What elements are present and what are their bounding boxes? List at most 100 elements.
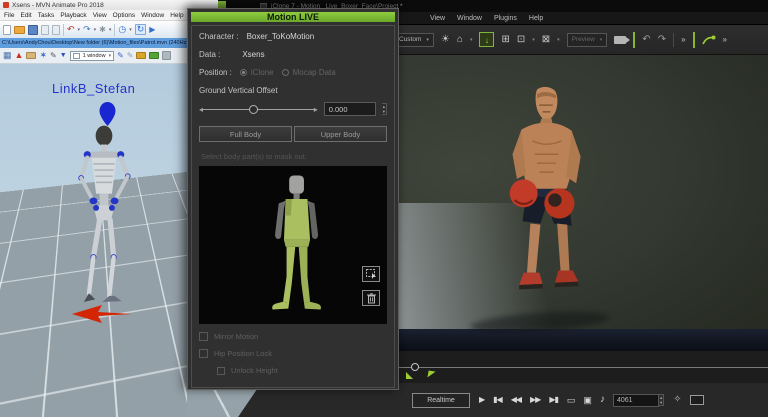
timer-dropdown-icon[interactable]: ▾: [129, 27, 132, 33]
home-dropdown-icon[interactable]: ▾: [470, 37, 473, 43]
edit-pen-icon[interactable]: ✎: [117, 52, 124, 60]
menu-window[interactable]: Window: [141, 12, 164, 19]
realtime-button[interactable]: Realtime: [412, 393, 470, 408]
edit-pen2-icon[interactable]: ✎: [127, 52, 134, 60]
layout-dropdown-icon[interactable]: ▾: [532, 37, 535, 43]
window-count-select[interactable]: 1 window ▾: [70, 51, 114, 61]
export-folder-icon[interactable]: [136, 52, 146, 59]
redo-dropdown-icon[interactable]: ▾: [94, 27, 97, 33]
render-mode-select[interactable]: Preview ▾: [567, 33, 608, 47]
menu-view[interactable]: View: [430, 15, 445, 22]
paste-icon[interactable]: [52, 25, 60, 35]
slider-handle[interactable]: [249, 105, 258, 114]
tools-icon[interactable]: ✱: [99, 26, 106, 34]
menu-options[interactable]: Options: [113, 12, 135, 19]
position-row: Position : iClone Mocap Data: [199, 68, 387, 77]
slider-track[interactable]: [203, 109, 314, 110]
delete-mask-button[interactable]: [362, 290, 380, 306]
more-tools-icon[interactable]: »: [681, 36, 685, 44]
mannequin-figure[interactable]: [257, 172, 337, 320]
actor-icon[interactable]: ✶: [39, 51, 47, 60]
home-view-icon[interactable]: ⌂: [457, 35, 463, 45]
fit-view-icon[interactable]: ↓: [479, 32, 494, 47]
undo-icon[interactable]: ↶: [642, 35, 650, 45]
timeline-marker2-icon[interactable]: [427, 370, 435, 378]
ground-offset-input[interactable]: [324, 102, 376, 116]
timer-icon[interactable]: ◷: [118, 25, 126, 34]
ground-offset-slider[interactable]: ◂ ▸: [199, 103, 318, 115]
actor-label: LinkB_Stefan: [52, 81, 135, 96]
select-region-button[interactable]: [362, 266, 380, 282]
more-plugins-icon[interactable]: »: [723, 36, 727, 44]
redo-icon[interactable]: ↷: [658, 35, 666, 45]
menu-edit[interactable]: Edit: [20, 12, 31, 19]
copy-icon[interactable]: [41, 25, 49, 35]
camera-preset-select[interactable]: Custom ▾: [394, 33, 434, 47]
camera-icon[interactable]: [614, 36, 626, 44]
loop-button[interactable]: ▭: [567, 396, 575, 405]
save-icon[interactable]: [28, 25, 38, 35]
undo-icon[interactable]: ↶: [67, 25, 75, 34]
new-file-icon[interactable]: [3, 25, 11, 35]
quad-view-icon[interactable]: ⊞: [501, 35, 509, 45]
settings-icon[interactable]: ✧: [673, 395, 680, 405]
timeline-marker-icon[interactable]: [406, 372, 413, 379]
timeline-playhead[interactable]: [411, 363, 419, 371]
render-mode-dropdown-icon: ▾: [600, 37, 603, 43]
frame-input[interactable]: [613, 394, 659, 407]
tools-dropdown-icon[interactable]: ▾: [109, 27, 112, 33]
xsens-3d-viewport[interactable]: LinkB_Stefan: [0, 64, 218, 417]
undo-dropdown-icon[interactable]: ▾: [78, 27, 81, 33]
gizmo-icon[interactable]: ⊠: [542, 35, 550, 45]
toolbar-separator: [114, 24, 115, 36]
motion-live-icon[interactable]: [702, 34, 716, 46]
filter-icon[interactable]: ▼: [60, 52, 67, 59]
skip-end-button[interactable]: ▶▮: [549, 396, 558, 404]
ground-offset-spinner: ▴ ▾: [382, 103, 387, 116]
menu-view[interactable]: View: [93, 12, 107, 19]
body-tabs: Full Body Upper Body: [199, 126, 387, 142]
frame-forward-button[interactable]: ▶▶: [530, 396, 540, 404]
menu-tasks[interactable]: Tasks: [38, 12, 55, 19]
pen-icon[interactable]: ✎: [50, 52, 57, 60]
replay-icon[interactable]: ↻: [135, 24, 147, 35]
step-next-icon[interactable]: ▶: [149, 26, 155, 34]
redo-icon[interactable]: ↷: [83, 25, 91, 34]
warning-icon[interactable]: ▲: [15, 51, 24, 60]
frame-spin-down-icon[interactable]: ▾: [659, 400, 663, 405]
menu-help[interactable]: Help: [170, 12, 183, 19]
light-icon[interactable]: ☀: [441, 35, 450, 45]
import-folder-icon[interactable]: [149, 52, 159, 59]
session-folder-icon[interactable]: [26, 52, 36, 59]
gizmo-dropdown-icon[interactable]: ▾: [557, 37, 560, 43]
menu-plugins[interactable]: Plugins: [494, 15, 517, 22]
hip-lock-checkbox[interactable]: [199, 349, 208, 358]
menu-file[interactable]: File: [4, 12, 14, 19]
xsens-title-bar[interactable]: Xsens - MVN Animate Pro 2018: [0, 0, 218, 10]
frame-back-button[interactable]: ◀◀: [511, 396, 521, 404]
tab-full-body[interactable]: Full Body: [199, 126, 292, 142]
open-folder-icon[interactable]: [14, 26, 25, 34]
layout-view-icon[interactable]: ⊡: [517, 35, 525, 45]
motion-live-dialog: Motion LIVE Character : Boxer_ToKoMotion…: [187, 8, 399, 390]
radio-mocap[interactable]: Mocap Data: [282, 68, 336, 77]
play-button[interactable]: ▶: [479, 396, 484, 404]
data-value: Xsens: [242, 50, 264, 59]
grid-icon[interactable]: ▦: [3, 51, 12, 60]
motion-live-header[interactable]: Motion LIVE: [191, 12, 395, 22]
unlock-height-checkbox[interactable]: [217, 367, 225, 375]
toolbar-separator: [673, 33, 674, 47]
radio-iclone[interactable]: iClone: [240, 68, 274, 77]
menu-playback[interactable]: Playback: [60, 12, 86, 19]
camera-view-icon[interactable]: [690, 395, 704, 405]
skip-start-button[interactable]: ▮◀: [493, 396, 502, 404]
clip-mode-button[interactable]: ▣: [583, 396, 591, 405]
audio-button[interactable]: ♪: [600, 395, 604, 405]
tab-upper-body[interactable]: Upper Body: [294, 126, 387, 142]
xsens-app-icon: [3, 2, 9, 8]
mirror-motion-checkbox[interactable]: [199, 332, 208, 341]
offset-spin-down-icon[interactable]: ▾: [382, 109, 386, 114]
mask-preview[interactable]: [199, 166, 387, 324]
menu-help[interactable]: Help: [529, 15, 543, 22]
menu-window[interactable]: Window: [457, 15, 482, 22]
